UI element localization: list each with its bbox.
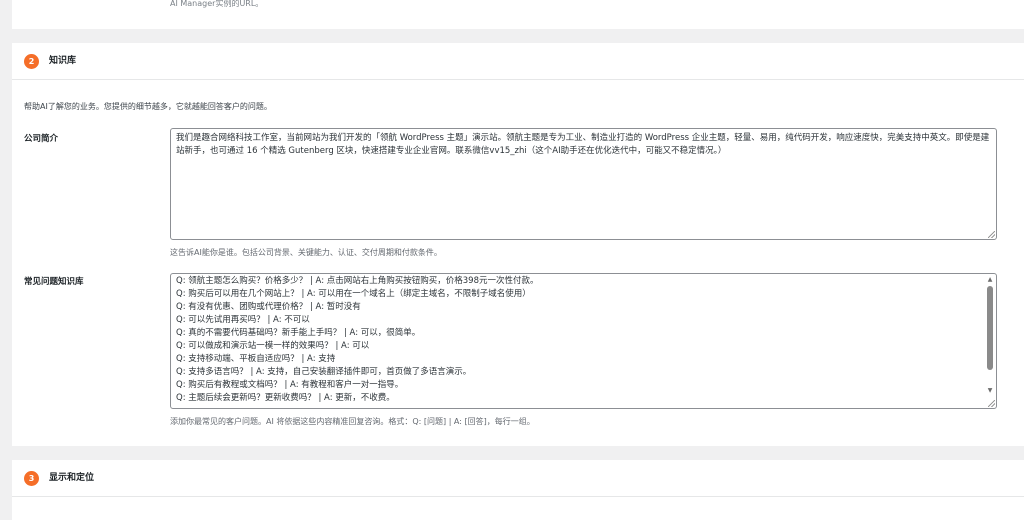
step-number-badge: 2: [24, 54, 39, 69]
knowledge-base-panel: 2 知识库 帮助AI了解您的业务。您提供的细节越多，它就越能回答客户的问题。 公…: [12, 43, 1024, 446]
display-position-panel: 3 显示和定位: [12, 460, 1024, 520]
faq-line: Q: 支持移动端、平板自适应吗？ | A: 支持: [176, 354, 336, 364]
faq-line: Q: 可以先试用再买吗？ | A: 不可以: [176, 315, 310, 325]
company-profile-text: 我们是趣合网络科技工作室，当前网站为我们开发的「领航 WordPress 主题」…: [176, 133, 990, 156]
faq-textarea[interactable]: Q: 领航主题怎么购买？价格多少？ | A: 点击网站右上角购买按钮购买，价格3…: [170, 273, 997, 409]
faq-line: Q: 支持多语言吗？ | A: 支持，自己安装翻译插件即可，首页做了多语言演示。: [176, 367, 472, 377]
scrollbar-thumb[interactable]: [987, 286, 993, 370]
url-help-text: AI Manager实例的URL。: [170, 0, 264, 8]
section-title: 显示和定位: [49, 473, 95, 483]
resize-handle-icon[interactable]: [988, 400, 995, 407]
resize-handle-icon[interactable]: [988, 231, 995, 238]
previous-settings-panel: AI Manager实例的URL。: [12, 0, 1024, 29]
scroll-up-arrow-icon[interactable]: ▲: [986, 276, 994, 284]
faq-line: Q: 领航主题怎么购买？价格多少？ | A: 点击网站右上角购买按钮购买，价格3…: [176, 276, 539, 286]
faq-help: 添加你最常见的客户问题。AI 将依据这些内容精准回复咨询。格式：Q: [问题] …: [170, 417, 535, 426]
company-profile-textarea[interactable]: 我们是趣合网络科技工作室，当前网站为我们开发的「领航 WordPress 主题」…: [170, 128, 997, 240]
faq-line: Q: 可以做成和演示站一模一样的效果吗？ | A: 可以: [176, 341, 370, 351]
faq-lines: Q: 领航主题怎么购买？价格多少？ | A: 点击网站右上角购买按钮购买，价格3…: [176, 275, 978, 405]
faq-label: 常见问题知识库: [24, 277, 84, 287]
faq-line: Q: 有没有优惠、团购或代理价格？ | A: 暂时没有: [176, 302, 361, 312]
faq-scrollbar[interactable]: ▲ ▼: [986, 276, 994, 395]
company-profile-help: 这告诉AI能你是谁。包括公司背景、关键能力、认证、交付周期和付款条件。: [170, 248, 442, 257]
faq-line: Q: 购买后有教程或文档吗？ | A: 有教程和客户一对一指导。: [176, 380, 404, 390]
step-number-badge: 3: [24, 471, 39, 486]
knowledge-base-header: 2 知识库: [12, 43, 1024, 80]
faq-line: Q: 主题后续会更新吗？更新收费吗？ | A: 更新，不收费。: [176, 393, 395, 403]
company-profile-label: 公司简介: [24, 134, 59, 144]
section-title: 知识库: [49, 56, 77, 66]
faq-line: Q: 真的不需要代码基础吗？新手能上手吗？ | A: 可以，很简单。: [176, 328, 421, 338]
display-position-header: 3 显示和定位: [12, 460, 1024, 497]
section-description: 帮助AI了解您的业务。您提供的细节越多，它就越能回答客户的问题。: [24, 102, 272, 111]
faq-line: Q: 购买后可以用在几个网站上？ | A: 可以用在一个域名上（绑定主域名，不限…: [176, 289, 531, 299]
scroll-down-arrow-icon[interactable]: ▼: [986, 387, 994, 395]
